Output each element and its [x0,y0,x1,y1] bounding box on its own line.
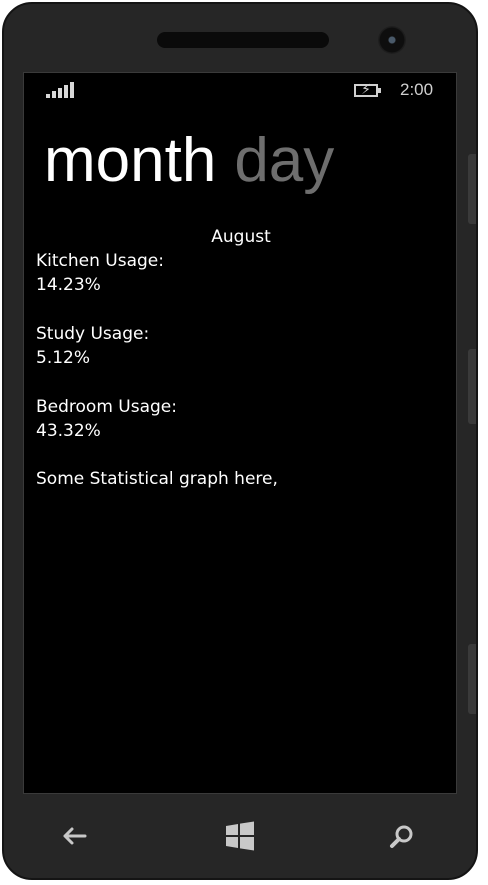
stat-value: 5.12% [36,348,91,368]
search-icon [390,825,413,848]
stat-value: 43.32% [36,421,101,441]
stat-study: Study Usage: 5.12% [36,322,149,370]
stat-label: Study Usage: [36,324,150,344]
search-button[interactable] [382,818,422,854]
app-screen: ⚡ 2:00 month day August Kitchen Usage: 14… [23,72,457,794]
stat-value: 14.23% [36,275,101,295]
camera-button[interactable] [468,644,476,714]
stat-label: Bedroom Usage: [36,397,177,417]
signal-strength-icon [46,82,76,98]
month-title: August [211,227,271,247]
volume-button[interactable] [468,154,476,224]
front-camera [378,26,406,54]
status-clock: 2:00 [400,80,434,99]
pivot-tab-month[interactable]: month [44,126,216,195]
back-button[interactable] [54,818,94,854]
stat-bedroom: Bedroom Usage: 43.32% [36,395,177,443]
stat-label: Kitchen Usage: [36,251,164,271]
start-button[interactable] [220,818,260,854]
hardware-nav-bar [4,804,476,870]
earpiece-speaker [157,32,329,48]
graph-placeholder-text: Some Statistical graph here, [36,469,278,489]
pivot-header-bar: month day [44,123,334,199]
pivot-tab-day[interactable]: day [234,126,334,195]
power-button[interactable] [468,349,476,424]
battery-charging-icon: ⚡ [354,82,384,98]
back-arrow-icon [63,827,87,845]
stat-kitchen: Kitchen Usage: 14.23% [36,249,164,297]
windows-logo-icon [226,821,254,851]
phone-frame: ⚡ 2:00 month day August Kitchen Usage: 14… [2,2,478,880]
